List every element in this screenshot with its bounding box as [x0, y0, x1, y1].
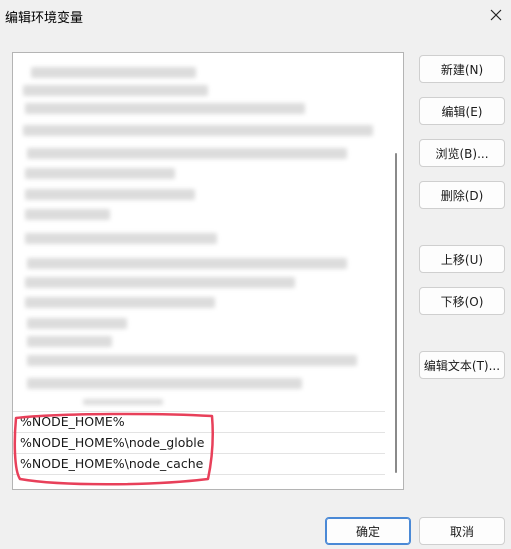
- list-item[interactable]: %NODE_HOME%\node_cache: [13, 453, 385, 474]
- list-item[interactable]: %NODE_HOME%: [13, 411, 385, 432]
- close-icon: [490, 9, 502, 21]
- edit-button[interactable]: 编辑(E): [419, 97, 505, 125]
- close-button[interactable]: [481, 0, 511, 30]
- dialog-title: 编辑环境变量: [5, 11, 84, 26]
- list-item[interactable]: %NODE_HOME%\node_globle: [13, 432, 385, 453]
- edit-text-button[interactable]: 编辑文本(T)...: [419, 351, 505, 379]
- environment-variable-list[interactable]: %NODE_HOME% %NODE_HOME%\node_globle %NOD…: [12, 52, 404, 490]
- ok-button[interactable]: 确定: [325, 517, 411, 545]
- move-up-button[interactable]: 上移(U): [419, 245, 505, 273]
- new-button[interactable]: 新建(N): [419, 55, 505, 83]
- vertical-scrollbar[interactable]: [387, 53, 403, 489]
- move-down-button[interactable]: 下移(O): [419, 287, 505, 315]
- browse-button[interactable]: 浏览(B)...: [419, 139, 505, 167]
- title-bar: 编辑环境变量: [0, 0, 511, 30]
- row-divider: [13, 474, 385, 475]
- delete-button[interactable]: 删除(D): [419, 181, 505, 209]
- cancel-button[interactable]: 取消: [419, 517, 505, 545]
- blurred-entries: [13, 53, 403, 413]
- scrollbar-thumb[interactable]: [395, 153, 397, 473]
